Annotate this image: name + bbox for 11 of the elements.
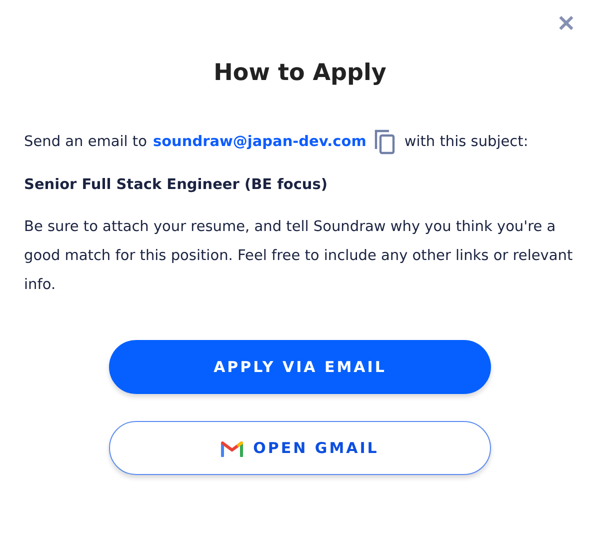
email-subject: Senior Full Stack Engineer (BE focus) <box>24 177 329 193</box>
description-text: Be sure to attach your resume, and tell Soundraw why you think you're a good match for this position. Feel free to include any other links or relevant info. <box>24 218 574 295</box>
open-gmail-button[interactable]: OPEN GMAIL <box>109 421 491 475</box>
copy-icon[interactable] <box>374 129 396 155</box>
apply-email-button[interactable]: APPLY VIA EMAIL <box>109 340 491 394</box>
m-logo-icon <box>221 440 244 456</box>
close-button[interactable]: ✕ <box>553 10 579 38</box>
dialog-title: How to Apply <box>212 60 388 86</box>
instruction-text: Send an email to <box>24 134 147 150</box>
instruction-text: with this subject: <box>404 134 528 150</box>
email-link[interactable]: soundraw@japan-dev.com <box>152 134 366 150</box>
